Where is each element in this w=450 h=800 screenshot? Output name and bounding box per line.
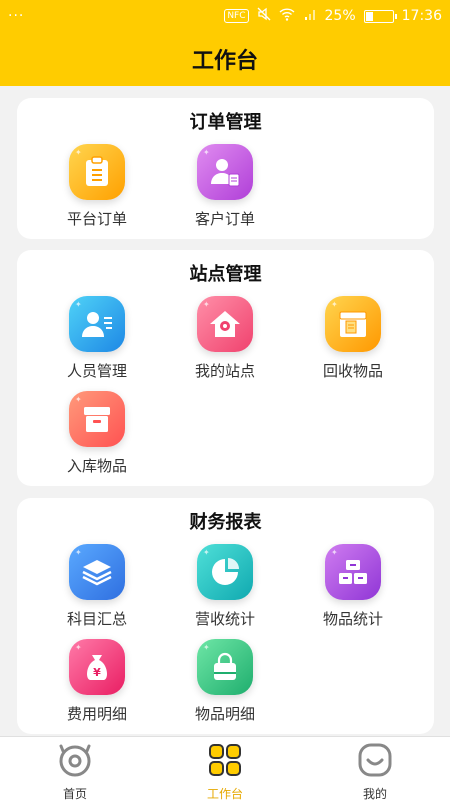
tile-item-statistics[interactable]: 物品统计 [303,544,403,629]
tile-label: 营收统计 [194,610,255,628]
tile-my-site[interactable]: 我的站点 [175,296,275,381]
tab-mine[interactable]: 我的 [300,737,450,800]
tab-workbench[interactable]: 工作台 [150,737,300,800]
layers-icon [69,544,125,600]
app-header: 工作台 [0,32,450,86]
tile-warehouse-items[interactable]: 入库物品 [47,391,147,476]
signal-icon [303,7,317,25]
smile-icon [357,743,393,781]
card-order-management: 订单管理 平台订单 客户订单 [17,98,434,239]
tile-expense-details[interactable]: ¥ 费用明细 [47,639,147,724]
tile-label: 客户订单 [194,210,255,228]
tile-platform-orders[interactable]: 平台订单 [47,144,147,229]
boxes-icon [325,544,381,600]
tile-label: 我的站点 [194,362,255,380]
tile-label: 物品明细 [194,705,255,723]
customer-doc-icon [197,144,253,200]
tab-home[interactable]: 首页 [0,737,150,800]
battery-fill [365,11,373,21]
money-bag-icon: ¥ [69,639,125,695]
tile-customer-orders[interactable]: 客户订单 [175,144,275,229]
battery-icon [363,9,397,23]
menu-dots-icon: ··· [8,8,25,24]
tile-label: 科目汇总 [66,610,127,628]
tab-label: 工作台 [206,787,243,800]
tile-revenue-statistics[interactable]: 营收统计 [175,544,275,629]
tile-label: 回收物品 [322,362,383,380]
tile-subject-summary[interactable]: 科目汇总 [47,544,147,629]
tab-label: 首页 [62,787,87,800]
person-card-icon [69,296,125,352]
bottom-tab-bar: 首页 工作台 我的 [0,736,450,800]
status-bar: ··· NFC 25% 17:36 [0,0,450,32]
clipboard-icon [69,144,125,200]
status-indicators: NFC 25% 17:36 [224,7,442,25]
shopping-bag-icon [197,639,253,695]
section-title: 站点管理 [189,264,262,285]
mute-icon [257,7,271,25]
svg-text:¥: ¥ [93,666,101,679]
clock: 17:36 [401,8,442,24]
main-content[interactable]: 订单管理 平台订单 客户订单 站点管理 人员管理 我的站点 [0,86,450,736]
nfc-icon: NFC [224,9,249,23]
tile-item-details[interactable]: 物品明细 [175,639,275,724]
wifi-icon [279,7,295,25]
tile-label: 入库物品 [66,457,127,475]
card-site-management: 站点管理 人员管理 我的站点 回收物品 入库物品 [17,250,434,486]
home-location-icon [197,296,253,352]
tile-label: 费用明细 [66,705,127,723]
home-face-icon [57,743,93,781]
tile-personnel-management[interactable]: 人员管理 [47,296,147,381]
tile-recycled-items[interactable]: 回收物品 [303,296,403,381]
section-title: 财务报表 [189,512,262,533]
card-finance-reports: 财务报表 科目汇总 营收统计 物品统计 ¥ 费用明细 [17,498,434,734]
tab-label: 我的 [362,787,387,800]
page-title: 工作台 [191,49,258,74]
pie-chart-icon [197,544,253,600]
recycle-box-icon [325,296,381,352]
section-title: 订单管理 [189,112,262,133]
tile-label: 人员管理 [66,362,127,380]
grid-icon [207,743,243,781]
tile-label: 平台订单 [66,210,127,228]
tile-label: 物品统计 [322,610,383,628]
storage-box-icon [69,391,125,447]
battery-percent: 25% [324,8,356,24]
